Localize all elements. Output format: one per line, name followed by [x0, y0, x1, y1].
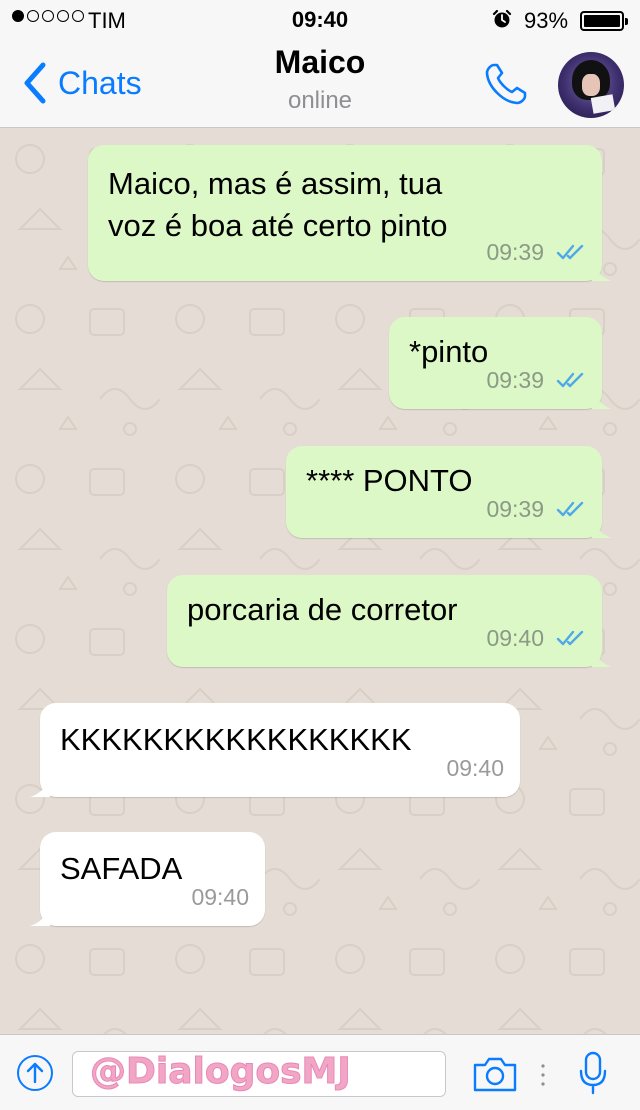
message-text: Maico, mas é assim, tua	[108, 166, 443, 201]
composer-bar: @DialogosMJ	[0, 1034, 640, 1110]
message-time: 09:40	[191, 884, 249, 910]
message-bubble-outgoing[interactable]: *pinto 09:39	[389, 317, 612, 409]
message-time: 09:40	[486, 625, 544, 651]
double-check-icon	[556, 244, 584, 260]
phone-icon[interactable]	[482, 60, 530, 108]
message-list[interactable]: Maico, mas é assim, tua voz é boa até ce…	[0, 129, 640, 1034]
message-time: 09:39	[486, 239, 544, 265]
avatar[interactable]	[558, 52, 624, 118]
message-bubble-incoming[interactable]: KKKKKKKKKKKKKKKKK 09:40	[30, 703, 520, 797]
chat-header: Chats Maico online	[0, 40, 640, 128]
bubble-tail	[592, 261, 612, 281]
message-bubble-incoming[interactable]: SAFADA 09:40	[30, 832, 265, 926]
bubble-tail	[30, 906, 50, 926]
double-check-icon	[556, 372, 584, 388]
bubble-tail	[592, 647, 612, 667]
camera-icon[interactable]	[472, 1055, 518, 1093]
bubble-tail	[592, 389, 612, 409]
message-text: **** PONTO	[306, 463, 473, 498]
message-text: porcaria de corretor	[187, 592, 458, 627]
message-time: 09:39	[486, 367, 544, 393]
message-text: *pinto	[409, 334, 489, 369]
message-bubble-outgoing[interactable]: porcaria de corretor 09:40	[167, 575, 612, 667]
battery-percentage: 93%	[524, 8, 569, 33]
message-bubble-outgoing[interactable]: **** PONTO 09:39	[286, 446, 612, 538]
status-bar: TIM 09:40 93%	[0, 0, 640, 40]
attach-arrow-icon[interactable]	[16, 1054, 54, 1092]
microphone-icon[interactable]	[578, 1051, 608, 1095]
separator-dots	[541, 1064, 545, 1086]
contact-status: online	[287, 87, 353, 114]
alarm-clock-icon	[492, 9, 512, 28]
bubble-tail	[30, 777, 50, 797]
bubble-tail	[592, 518, 612, 538]
message-text: KKKKKKKKKKKKKKKKK	[60, 722, 412, 757]
double-check-icon	[556, 630, 584, 646]
double-check-icon	[556, 501, 584, 517]
contact-name[interactable]: Maico	[0, 44, 640, 81]
message-bubble-outgoing[interactable]: Maico, mas é assim, tua voz é boa até ce…	[88, 145, 612, 281]
message-text: SAFADA	[60, 851, 183, 886]
message-input[interactable]	[72, 1051, 446, 1097]
message-time: 09:39	[486, 496, 544, 522]
battery-icon	[580, 11, 628, 31]
message-text: voz é boa até certo pinto	[108, 208, 448, 243]
message-time: 09:40	[446, 755, 504, 781]
